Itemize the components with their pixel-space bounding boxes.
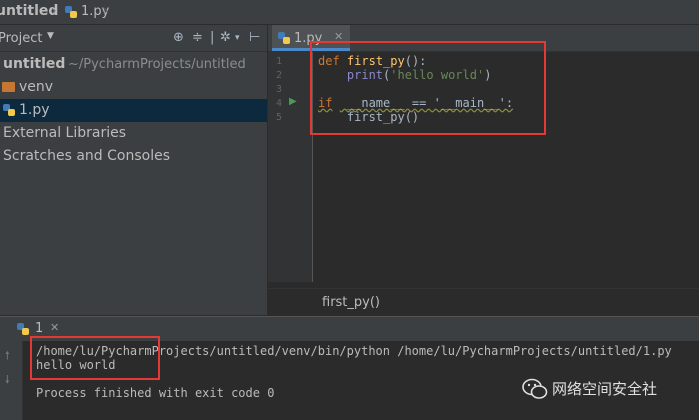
line-number: 1	[275, 56, 282, 67]
line-number: 2	[275, 70, 282, 81]
editor-area: 1.py ✕ 1 2 3 4 5 ▶ def first_py(): print…	[268, 25, 699, 316]
console-exit-status: Process finished with exit code 0	[36, 386, 275, 400]
tree-item-label: 1.py	[19, 102, 50, 118]
watermark: 网络空间安全社	[520, 377, 690, 401]
tree-item-path: ~/PycharmProjects/untitled	[68, 57, 246, 72]
tree-item-venv[interactable]: venv	[0, 76, 267, 99]
highlight-box-output	[30, 336, 160, 380]
run-tool-window: 1 ✕ 🠕 🠗 /home/lu/PycharmProjects/untitle…	[0, 316, 699, 420]
wechat-logo-icon	[522, 378, 548, 399]
line-gutter: 1 2 3 4 5 ▶	[268, 52, 313, 282]
close-icon[interactable]: ✕	[50, 321, 59, 334]
divider-icon: |	[210, 30, 215, 45]
chevron-right-icon: ›	[103, 3, 109, 19]
run-toolbar: 🠕 🠗	[0, 341, 23, 420]
python-file-icon	[278, 32, 290, 44]
tree-item-label: Scratches and Consoles	[3, 148, 170, 164]
project-view-selector[interactable]: Project	[0, 31, 42, 46]
line-number: 3	[275, 84, 282, 95]
folder-icon	[2, 82, 15, 92]
line-number: 4	[275, 98, 282, 109]
python-file-icon	[17, 323, 29, 335]
chevron-right-icon: ›	[51, 3, 57, 19]
tree-item-label: untitled	[3, 56, 66, 72]
tree-item-external-libraries[interactable]: External Libraries	[0, 122, 267, 145]
locate-icon[interactable]: ⊕	[173, 30, 184, 45]
run-gutter-icon[interactable]: ▶	[289, 96, 297, 107]
tree-item-1py[interactable]: 1.py	[0, 99, 267, 122]
tree-item-label: venv	[19, 79, 54, 95]
tree-item-untitled[interactable]: untitled ~/PycharmProjects/untitled	[0, 53, 267, 76]
highlight-box-code	[310, 41, 546, 135]
function-breadcrumb[interactable]: first_py()	[322, 295, 380, 310]
python-file-icon	[65, 6, 77, 18]
project-tool-window: Project ▼ ⊕ ≑ | ✲ ▾ ⊢ untitled ~/Pycharm…	[0, 25, 267, 315]
navigation-bar: untitled › 1.py ›	[0, 0, 699, 25]
hide-panel-icon[interactable]: ⊢	[249, 30, 260, 45]
python-file-icon	[3, 104, 15, 116]
tree-item-scratches[interactable]: Scratches and Consoles	[0, 145, 267, 168]
gear-icon[interactable]: ✲	[220, 30, 231, 45]
editor-breadcrumb: first_py()	[268, 288, 699, 316]
caret-down-icon[interactable]: ▼	[47, 31, 54, 41]
tree-item-label: External Libraries	[3, 125, 126, 141]
chevron-down-icon[interactable]: ▾	[235, 33, 240, 43]
collapse-all-icon[interactable]: ≑	[192, 30, 203, 45]
arrow-down-icon[interactable]: 🠗	[5, 371, 10, 390]
line-number: 5	[275, 112, 282, 123]
arrow-up-icon[interactable]: 🠕	[5, 347, 10, 366]
watermark-text: 网络空间安全社	[552, 380, 658, 398]
project-panel-header: Project ▼ ⊕ ≑ | ✲ ▾ ⊢	[0, 25, 267, 52]
breadcrumb-project[interactable]: untitled	[0, 3, 58, 19]
run-tab[interactable]: 1	[35, 321, 43, 336]
